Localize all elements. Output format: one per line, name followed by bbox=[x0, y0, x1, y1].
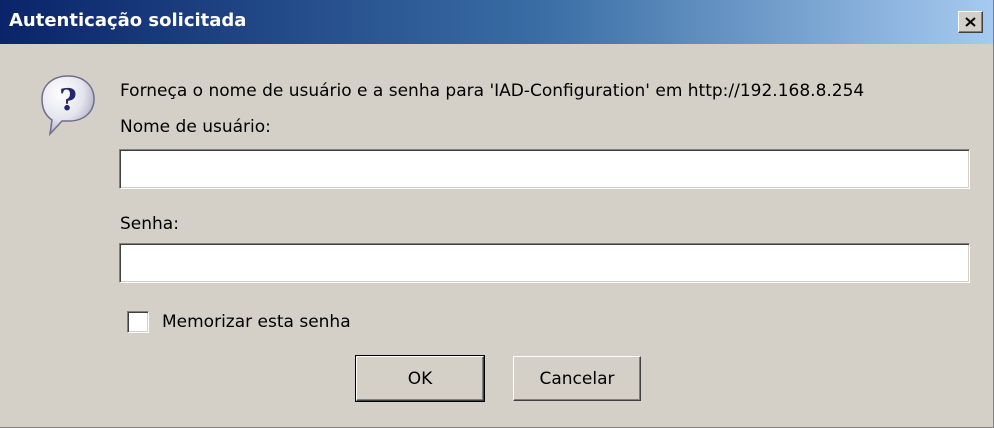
auth-prompt-text: Forneça o nome de usuário e a senha para… bbox=[120, 81, 865, 101]
ok-button[interactable]: OK bbox=[355, 355, 485, 402]
username-label: Nome de usuário: bbox=[120, 117, 271, 137]
password-input[interactable] bbox=[119, 243, 970, 283]
auth-dialog: Autenticação solicitada ? Forneça o nome… bbox=[0, 0, 994, 428]
remember-password-option[interactable]: Memorizar esta senha bbox=[127, 308, 351, 336]
username-input[interactable] bbox=[119, 149, 970, 189]
svg-text:?: ? bbox=[59, 83, 77, 118]
dialog-title: Autenticação solicitada bbox=[9, 10, 247, 31]
remember-password-label[interactable]: Memorizar esta senha bbox=[162, 312, 351, 332]
password-label: Senha: bbox=[120, 214, 179, 234]
remember-password-checkbox[interactable] bbox=[127, 311, 149, 333]
title-bar[interactable]: Autenticação solicitada bbox=[0, 0, 993, 44]
cancel-button[interactable]: Cancelar bbox=[513, 356, 641, 401]
close-button[interactable] bbox=[958, 11, 983, 33]
question-icon: ? bbox=[38, 72, 98, 143]
close-icon bbox=[965, 17, 976, 27]
